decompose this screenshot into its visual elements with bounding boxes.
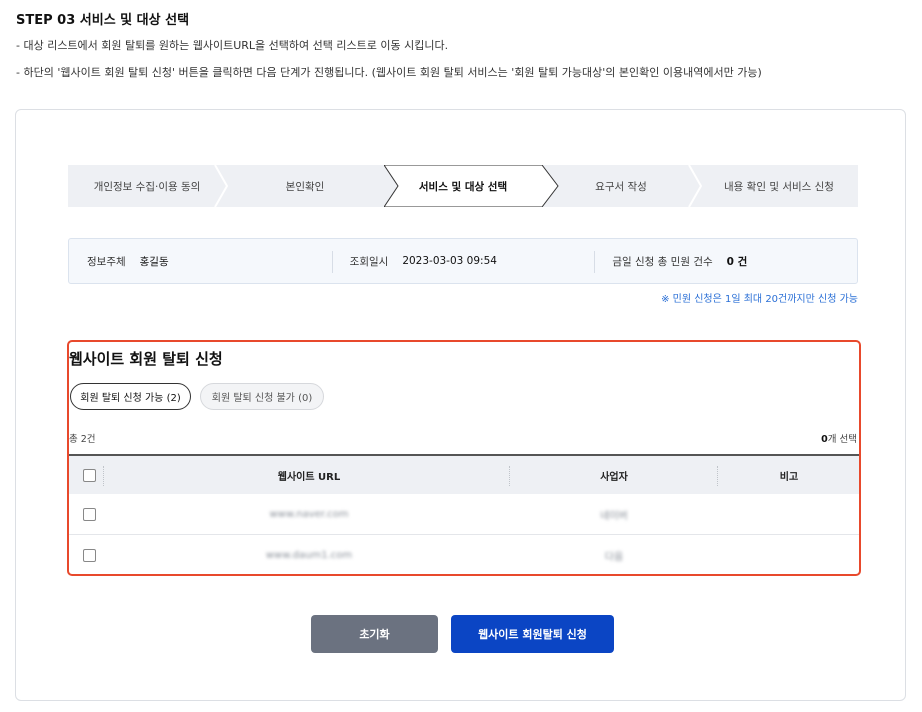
instruction-line-2: - 하단의 '웹사이트 회원 탈퇴 신청' 버튼을 클릭하면 다음 단계가 진행…	[16, 66, 762, 79]
column-header-url: 웹사이트 URL	[277, 471, 341, 483]
instruction-line-1: - 대상 리스트에서 회원 탈퇴를 원하는 웹사이트URL을 선택하여 선택 리…	[16, 39, 449, 52]
column-divider	[717, 466, 718, 486]
step-service-select-active: 서비스 및 대상 선택	[384, 165, 559, 207]
row-business: 네이버	[600, 510, 628, 522]
query-time-cell: 조회일시 2023-03-03 09:54	[331, 239, 595, 283]
subject-info-bar: 정보주체 홍길동 조회일시 2023-03-03 09:54 금일 신청 총 민…	[68, 238, 858, 284]
withdrawal-panel: 웹사이트 회원 탈퇴 신청 회원 탈퇴 신청 가능 (2) 회원 탈퇴 신청 불…	[67, 340, 861, 576]
row-url: www.naver.com	[269, 508, 349, 520]
total-count: 총 2건	[69, 434, 96, 445]
query-time-value: 2023-03-03 09:54	[402, 255, 497, 267]
progress-stepper: 개인정보 수집·이용 동의 본인확인 서비스 및 대상 선택 요구서 작성 내용…	[68, 165, 858, 207]
step-label: 내용 확인 및 서비스 신청	[724, 180, 834, 193]
subject-value: 홍길동	[139, 255, 169, 268]
request-count-value: 0 건	[726, 255, 748, 268]
row-business: 다음	[604, 552, 624, 563]
apply-withdrawal-button[interactable]: 웹사이트 회원탈퇴 신청	[451, 615, 614, 653]
step-label: 개인정보 수집·이용 동의	[93, 180, 201, 193]
column-header-note: 비고	[779, 471, 799, 483]
website-table: 웹사이트 URL 사업자 비고 www.naver.com 네이버 www.da…	[69, 454, 859, 576]
select-all-checkbox[interactable]	[82, 468, 96, 482]
daily-limit-notice: ※ 민원 신청은 1일 최대 20건까지만 신청 가능	[661, 294, 858, 305]
table-row[interactable]: www.daum1.com 다음	[69, 535, 859, 576]
step-label: 본인확인	[285, 180, 325, 193]
row-checkbox-cell	[69, 549, 109, 562]
row-checkbox[interactable]	[82, 549, 96, 562]
row-checkbox[interactable]	[82, 507, 96, 521]
step-identity: 본인확인	[226, 165, 384, 207]
step-confirm: 내용 확인 및 서비스 신청	[700, 165, 858, 207]
tab-unavailable[interactable]: 회원 탈퇴 신청 불가 (0)	[200, 383, 324, 410]
panel-title: 웹사이트 회원 탈퇴 신청	[69, 350, 223, 368]
reset-button[interactable]: 초기화	[311, 615, 438, 653]
selected-count: 0개 선택	[821, 431, 857, 445]
step-title: STEP 03 서비스 및 대상 선택	[16, 13, 190, 28]
tab-available[interactable]: 회원 탈퇴 신청 가능 (2)	[70, 383, 191, 410]
selected-suffix: 개 선택	[827, 434, 857, 445]
table-header: 웹사이트 URL 사업자 비고	[69, 454, 859, 494]
row-checkbox-cell	[69, 507, 109, 521]
table-row[interactable]: www.naver.com 네이버	[69, 494, 859, 535]
request-count-label: 금일 신청 총 민원 건수	[612, 255, 713, 268]
query-time-label: 조회일시	[349, 255, 389, 268]
step-request-form: 요구서 작성	[542, 165, 702, 207]
request-count-cell: 금일 신청 총 민원 건수 0 건	[594, 239, 857, 283]
column-header-business: 사업자	[600, 471, 628, 483]
column-divider	[509, 466, 510, 486]
row-url: www.daum1.com	[265, 550, 353, 561]
step-label: 서비스 및 대상 선택	[418, 180, 508, 193]
subject-cell: 정보주체 홍길동	[69, 239, 332, 283]
step-consent: 개인정보 수집·이용 동의	[68, 165, 228, 207]
selected-number: 0	[821, 434, 828, 445]
subject-label: 정보주체	[87, 255, 126, 268]
column-divider	[103, 466, 104, 486]
step-label: 요구서 작성	[595, 180, 647, 193]
